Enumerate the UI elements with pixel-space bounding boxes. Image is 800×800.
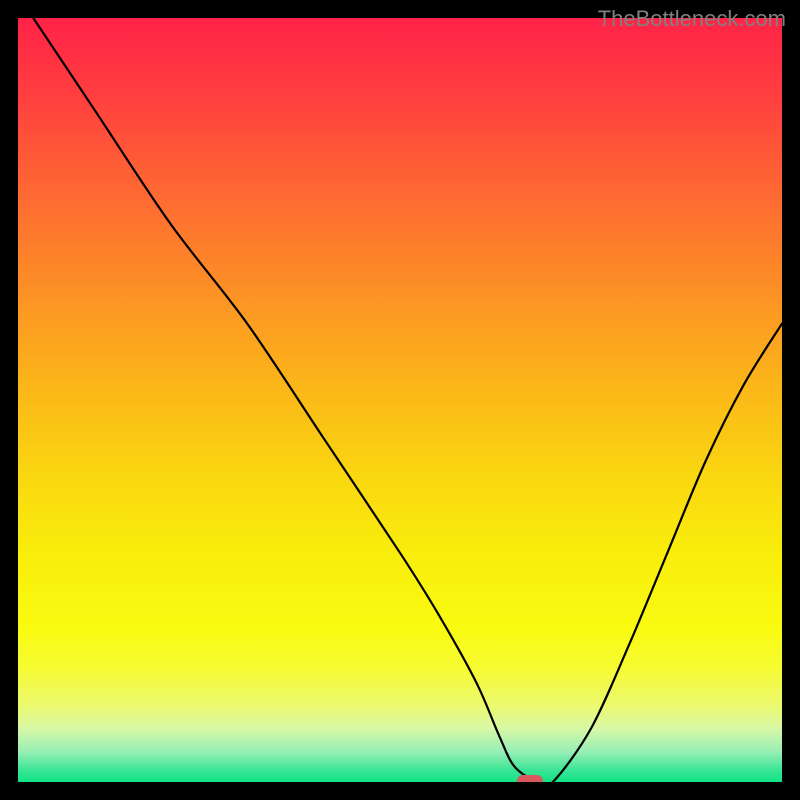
chart-svg — [18, 18, 782, 782]
watermark-text: TheBottleneck.com — [598, 6, 786, 32]
chart-background — [18, 18, 782, 782]
optimal-marker — [517, 775, 543, 782]
chart — [18, 18, 782, 782]
